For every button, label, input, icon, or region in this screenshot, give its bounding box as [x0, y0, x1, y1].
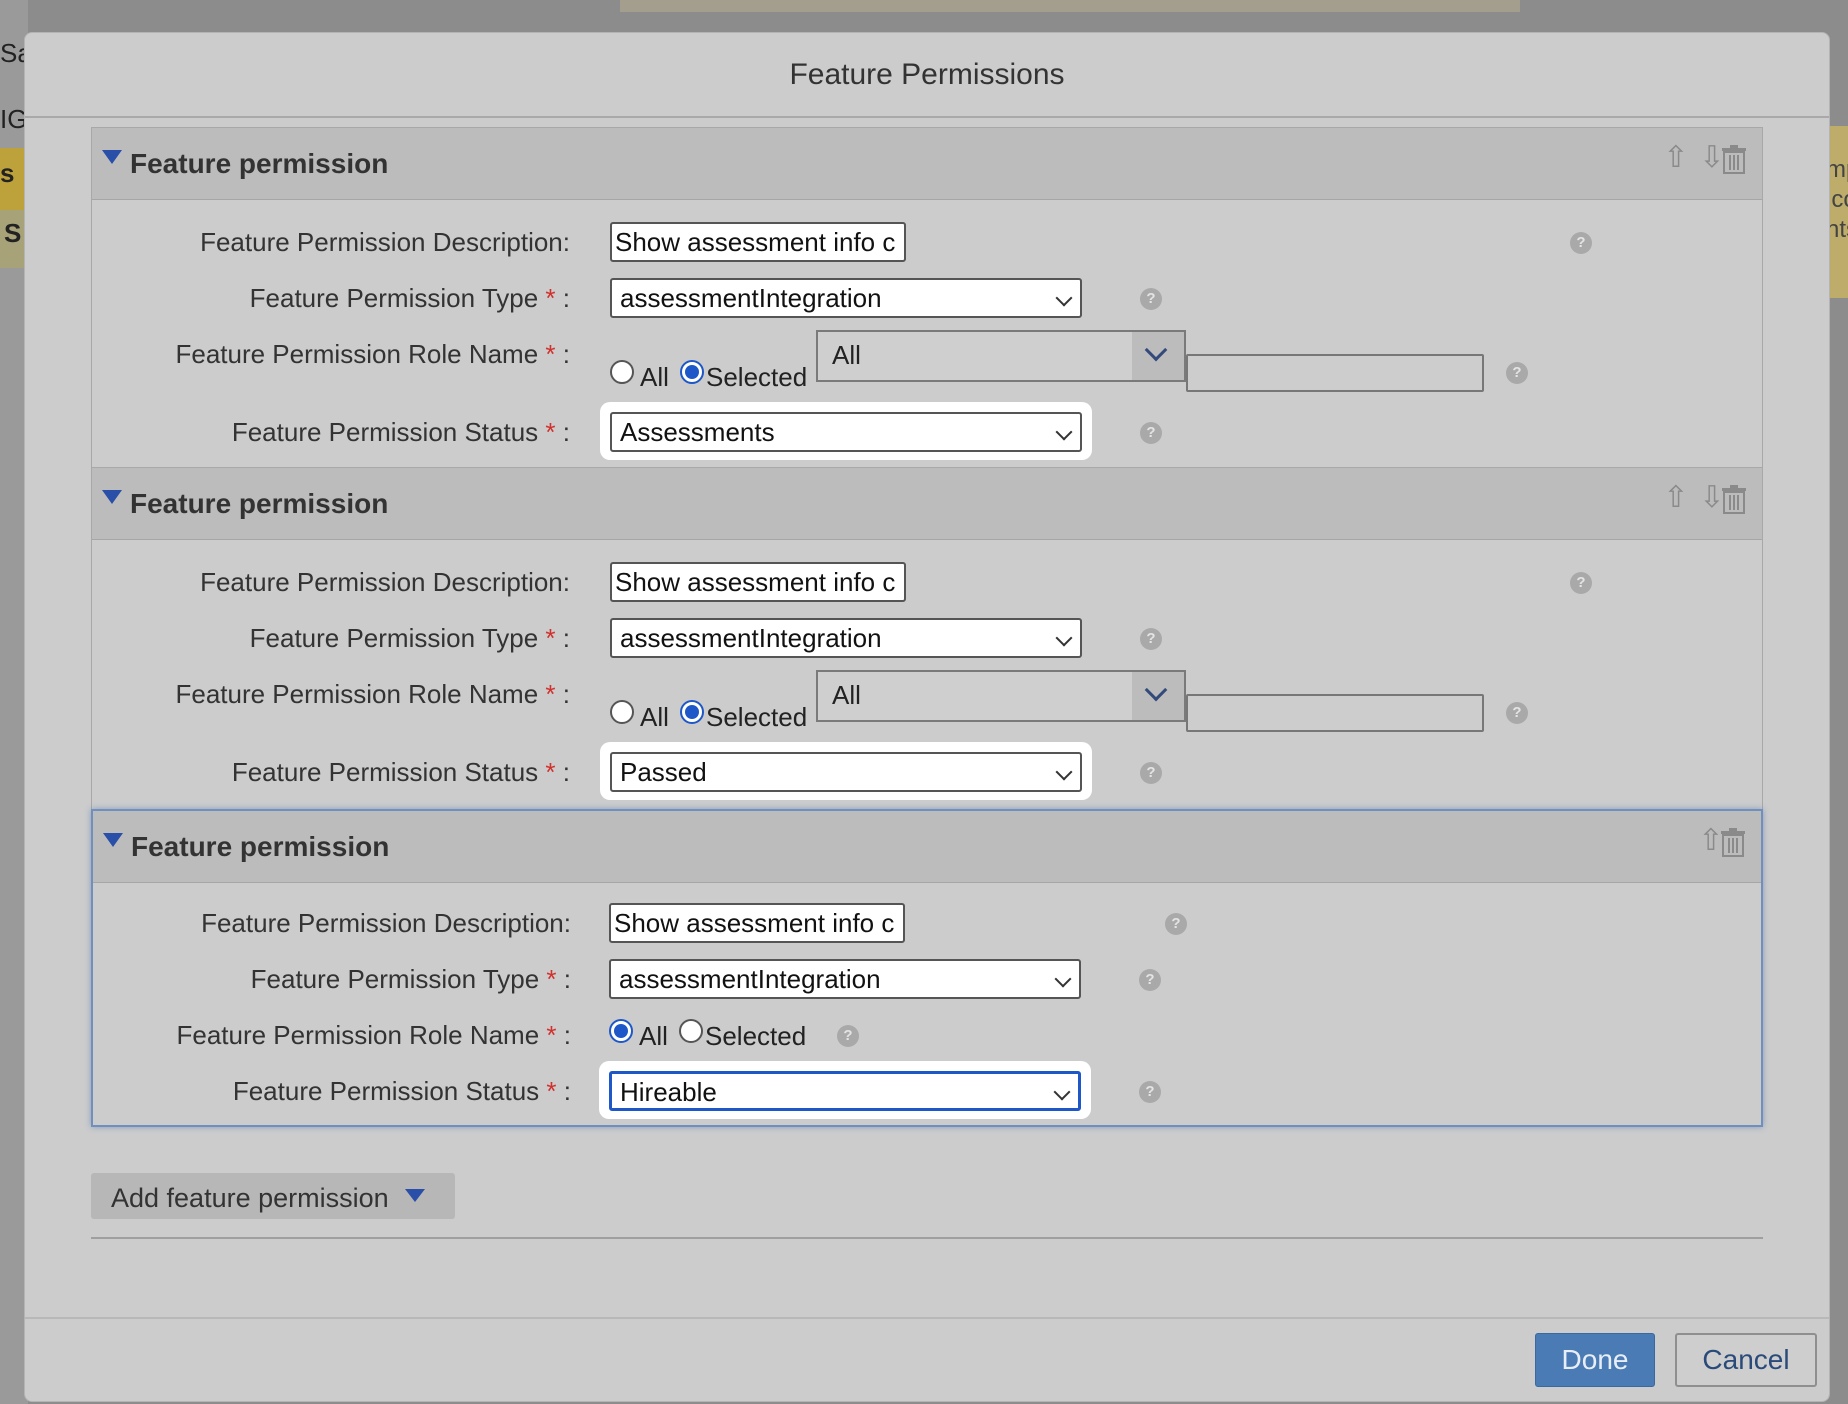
- role-selected-label: Selected: [706, 362, 808, 392]
- panel-header[interactable]: Feature permission ⇧: [93, 811, 1761, 883]
- role-search-input[interactable]: [1186, 354, 1484, 392]
- panel-title: Feature permission: [130, 148, 389, 179]
- title-divider: [25, 116, 1829, 118]
- role-all-label: All: [640, 362, 669, 392]
- description-input[interactable]: Show assessment info c: [610, 562, 906, 602]
- collapse-triangle-icon[interactable]: [102, 150, 122, 164]
- feature-permission-panel: Feature permission ⇧ ⇩ Feature Permissio…: [91, 467, 1763, 811]
- role-name-label: Feature Permission Role Name * :: [176, 1020, 571, 1050]
- move-up-icon[interactable]: ⇧: [1660, 142, 1692, 174]
- trash-icon[interactable]: [1720, 484, 1748, 514]
- description-label: Feature Permission Description:: [200, 567, 570, 597]
- type-label: Feature Permission Type * :: [249, 283, 570, 313]
- list-divider: [91, 1237, 1763, 1239]
- status-select[interactable]: Passed: [610, 752, 1082, 792]
- role-selected-label: Selected: [706, 702, 808, 732]
- role-all-radio[interactable]: [610, 700, 634, 724]
- panel-header[interactable]: Feature permission ⇧ ⇩: [92, 468, 1762, 540]
- status-label: Feature Permission Status * :: [231, 417, 570, 447]
- type-label: Feature Permission Type * :: [250, 964, 571, 994]
- help-icon[interactable]: ?: [1506, 702, 1528, 724]
- feature-permission-panel: Feature permission ⇧ ⇩ Feature Permissio…: [91, 127, 1763, 469]
- role-selected-label: Selected: [705, 1021, 807, 1051]
- panel-title: Feature permission: [130, 488, 389, 519]
- background-strip: [620, 0, 1520, 12]
- feature-permission-panel-active: Feature permission ⇧ Feature Permission …: [91, 809, 1763, 1127]
- help-icon[interactable]: ?: [1570, 572, 1592, 594]
- role-all-radio[interactable]: [610, 360, 634, 384]
- role-all-label: All: [639, 1021, 668, 1051]
- role-name-label: Feature Permission Role Name * :: [175, 679, 570, 709]
- type-select[interactable]: assessmentIntegration: [610, 278, 1082, 318]
- description-input[interactable]: Show assessment info c: [610, 222, 906, 262]
- description-label: Feature Permission Description:: [200, 227, 570, 257]
- cancel-button[interactable]: Cancel: [1675, 1333, 1817, 1387]
- collapse-triangle-icon[interactable]: [103, 833, 123, 847]
- help-icon[interactable]: ?: [1140, 288, 1162, 310]
- status-label: Feature Permission Status * :: [231, 757, 570, 787]
- type-label: Feature Permission Type * :: [249, 623, 570, 653]
- footer-divider: [25, 1317, 1829, 1319]
- help-icon[interactable]: ?: [1165, 913, 1187, 935]
- help-icon[interactable]: ?: [1140, 762, 1162, 784]
- help-icon[interactable]: ?: [1139, 1081, 1161, 1103]
- help-icon[interactable]: ?: [1570, 232, 1592, 254]
- role-all-label: All: [640, 702, 669, 732]
- role-select[interactable]: All: [816, 330, 1186, 382]
- role-selected-radio[interactable]: [679, 1019, 703, 1043]
- help-icon[interactable]: ?: [1140, 422, 1162, 444]
- panel-title: Feature permission: [131, 831, 390, 862]
- type-select[interactable]: assessmentIntegration: [609, 959, 1081, 999]
- status-select[interactable]: Assessments: [610, 412, 1082, 452]
- collapse-triangle-icon[interactable]: [102, 490, 122, 504]
- status-select[interactable]: Hireable: [609, 1071, 1081, 1111]
- role-select[interactable]: All: [816, 670, 1186, 722]
- help-icon[interactable]: ?: [1506, 362, 1528, 384]
- description-label: Feature Permission Description:: [201, 908, 571, 938]
- help-icon[interactable]: ?: [837, 1025, 859, 1047]
- trash-icon[interactable]: [1720, 144, 1748, 174]
- role-selected-radio[interactable]: [680, 700, 704, 724]
- add-feature-permission-button[interactable]: Add feature permission: [91, 1173, 455, 1219]
- background-text: s: [0, 158, 15, 188]
- feature-permissions-dialog: Feature Permissions Feature permission ⇧…: [24, 32, 1830, 1402]
- panel-header[interactable]: Feature permission ⇧ ⇩: [92, 128, 1762, 200]
- dropdown-triangle-icon: [405, 1189, 425, 1202]
- done-button[interactable]: Done: [1535, 1333, 1655, 1387]
- type-select[interactable]: assessmentIntegration: [610, 618, 1082, 658]
- status-label: Feature Permission Status * :: [232, 1076, 571, 1106]
- role-all-radio[interactable]: [609, 1019, 633, 1043]
- role-name-label: Feature Permission Role Name * :: [175, 339, 570, 369]
- role-search-input[interactable]: [1186, 694, 1484, 732]
- role-selected-radio[interactable]: [680, 360, 704, 384]
- move-up-icon[interactable]: ⇧: [1660, 482, 1692, 514]
- background-text: S: [4, 218, 22, 248]
- help-icon[interactable]: ?: [1140, 628, 1162, 650]
- trash-icon[interactable]: [1719, 827, 1747, 857]
- dialog-title: Feature Permissions: [789, 58, 1065, 91]
- help-icon[interactable]: ?: [1139, 969, 1161, 991]
- description-input[interactable]: Show assessment info c: [609, 903, 905, 943]
